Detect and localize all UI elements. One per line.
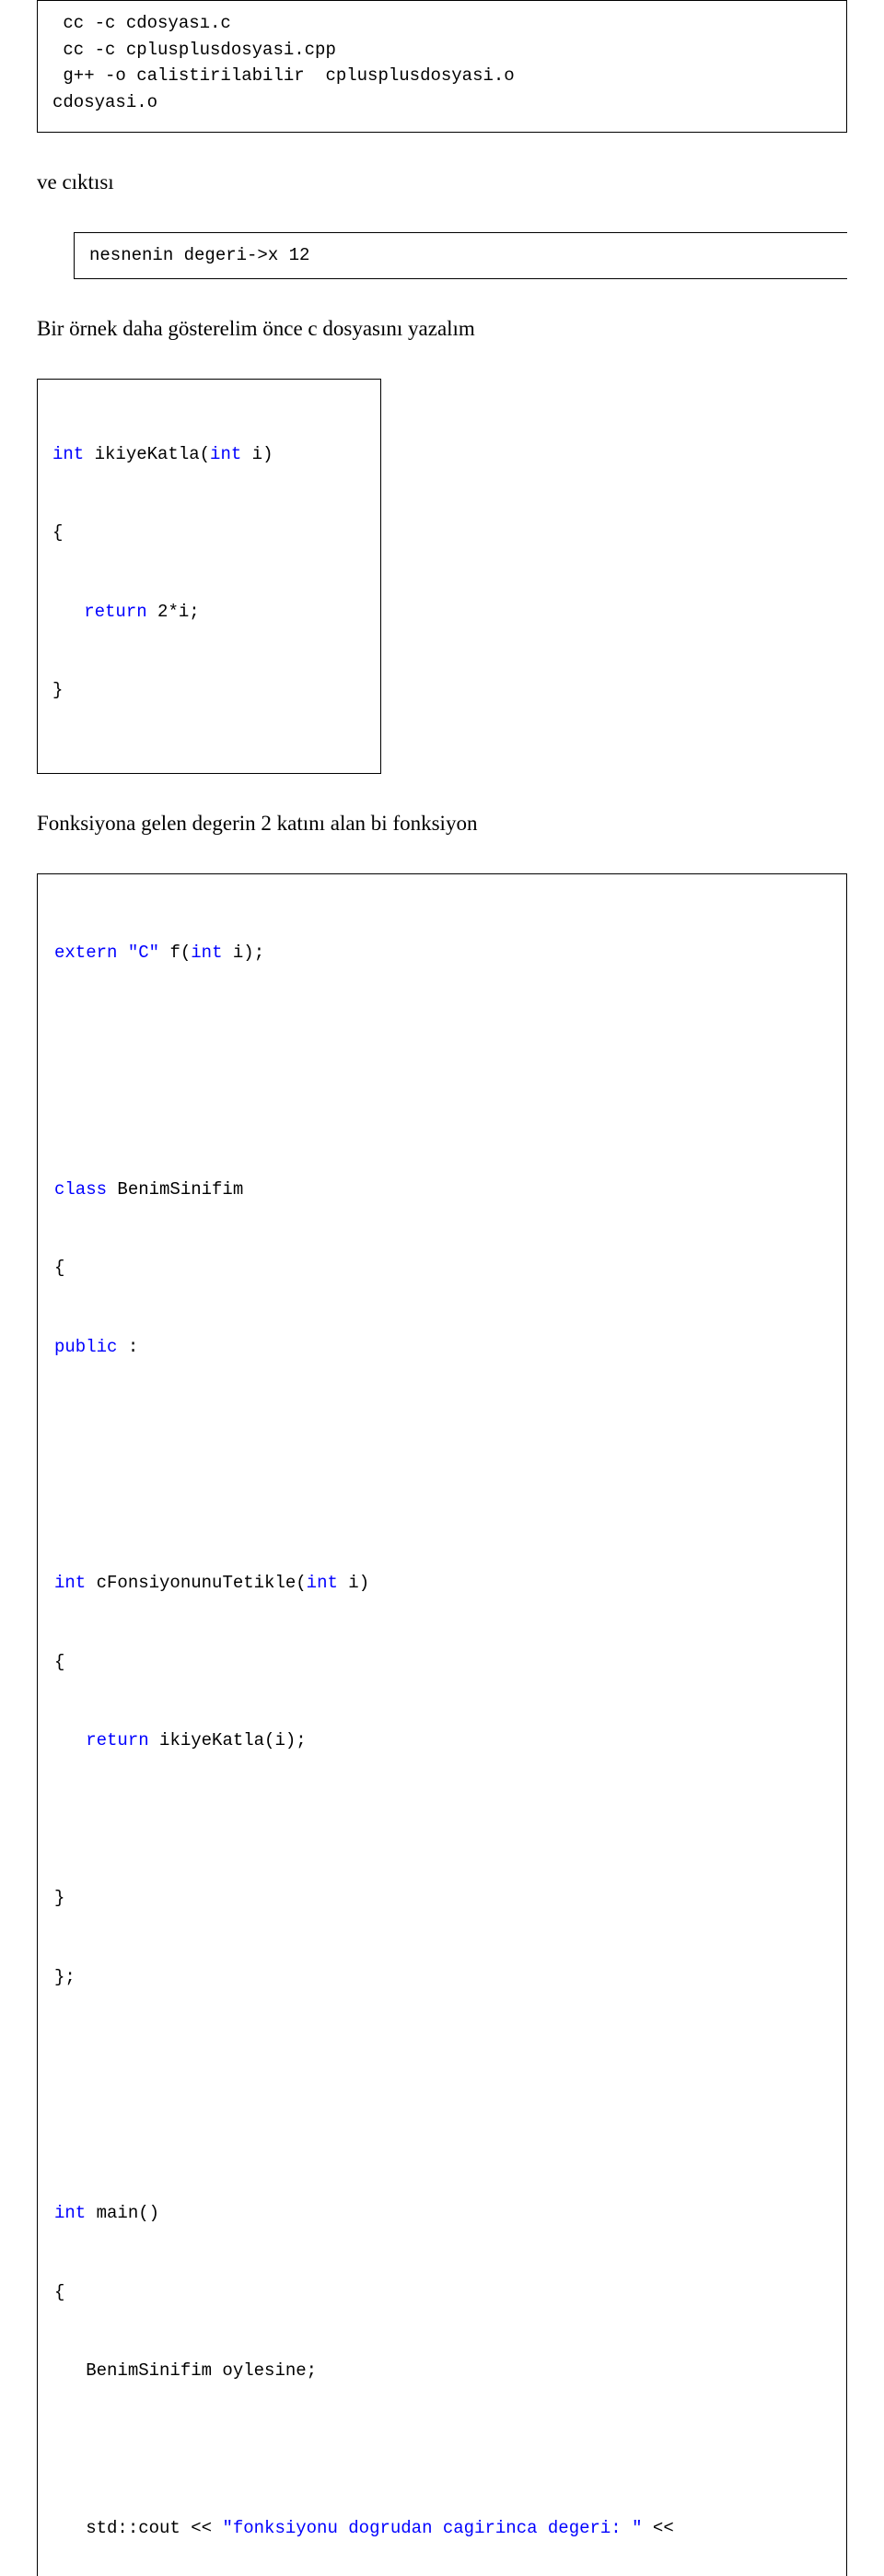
code-line: public :	[54, 1334, 830, 1361]
code-line: return ikiyeKatla(i);	[54, 1727, 830, 1754]
blank-line	[54, 2122, 830, 2149]
output-box: nesnenin degeri->x 12	[74, 232, 847, 279]
code-line: cc -c cplusplusdosyasi.cpp	[52, 37, 832, 64]
code-line: int cFonsiyonunuTetikle(int i)	[54, 1570, 830, 1597]
code-line: {	[54, 1649, 830, 1676]
code-line: {	[54, 2279, 830, 2306]
code-line: int main()	[54, 2200, 830, 2227]
blank-line	[54, 1492, 830, 1518]
blank-line	[54, 1097, 830, 1124]
code-box-compile: cc -c cdosyası.c cc -c cplusplusdosyasi.…	[37, 0, 847, 133]
code-line: class BenimSinifim	[54, 1177, 830, 1203]
code-line: return 2*i;	[52, 599, 366, 626]
paragraph-output-intro: ve cıktısı	[37, 168, 847, 197]
blank-line	[54, 1807, 830, 1833]
output-line: nesnenin degeri->x 12	[89, 242, 832, 269]
code-box-c-function: int ikiyeKatla(int i) { return 2*i; }	[37, 379, 381, 774]
blank-line	[54, 1412, 830, 1439]
paragraph-function-desc: Fonksiyona gelen degerin 2 katını alan b…	[37, 809, 847, 838]
code-line: }	[54, 1885, 830, 1912]
blank-line	[54, 1019, 830, 1046]
blank-line	[54, 2437, 830, 2464]
code-line: extern "C" f(int i);	[54, 940, 830, 966]
code-line: };	[54, 1964, 830, 1991]
blank-line	[54, 2043, 830, 2069]
code-line: cc -c cdosyası.c	[52, 10, 832, 37]
paragraph-example-intro: Bir örnek daha gösterelim önce c dosyası…	[37, 314, 847, 344]
code-line: int ikiyeKatla(int i)	[52, 441, 366, 468]
code-line: {	[52, 520, 366, 546]
code-line: BenimSinifim oylesine;	[54, 2358, 830, 2384]
code-line: cdosyasi.o	[52, 89, 832, 116]
code-line: std::cout << "fonksiyonu dogrudan cagiri…	[54, 2515, 830, 2542]
code-box-cpp-program: extern "C" f(int i); class BenimSinifim …	[37, 873, 847, 2576]
code-line: {	[54, 1255, 830, 1282]
code-line: }	[52, 677, 366, 704]
code-line: g++ -o calistirilabilir cplusplusdosyasi…	[52, 63, 832, 89]
